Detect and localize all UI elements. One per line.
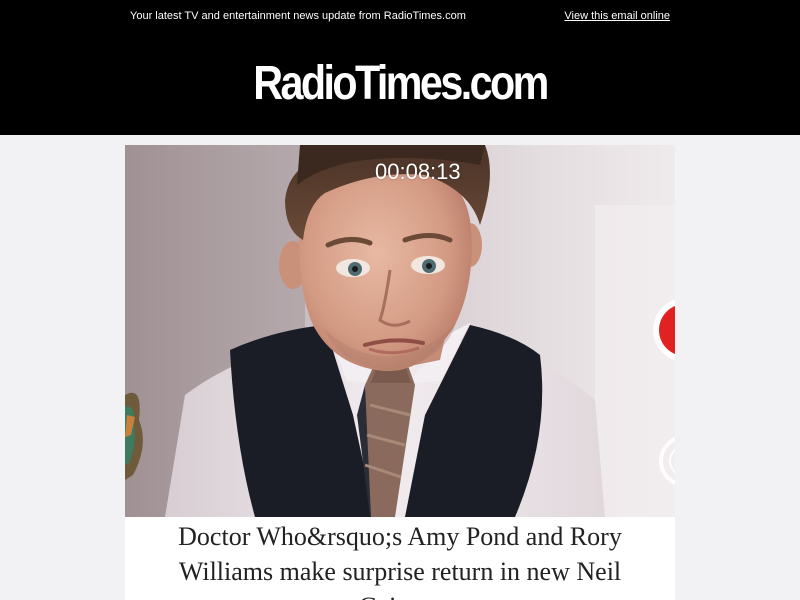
article-card[interactable]: 00:08:13 Doctor Who&rsquo;s Amy Pond and…	[125, 145, 675, 600]
article-headline[interactable]: Doctor Who&rsquo;s Amy Pond and Rory Wil…	[125, 517, 675, 600]
hero-video-image[interactable]	[125, 145, 675, 517]
view-online-link[interactable]: View this email online	[564, 10, 670, 22]
preheader-text: Your latest TV and entertainment news up…	[130, 10, 466, 22]
video-timestamp: 00:08:13	[375, 159, 461, 184]
email-header: Your latest TV and entertainment news up…	[0, 0, 800, 135]
radiotimes-logo[interactable]: RadioTimes.com	[56, 58, 744, 110]
